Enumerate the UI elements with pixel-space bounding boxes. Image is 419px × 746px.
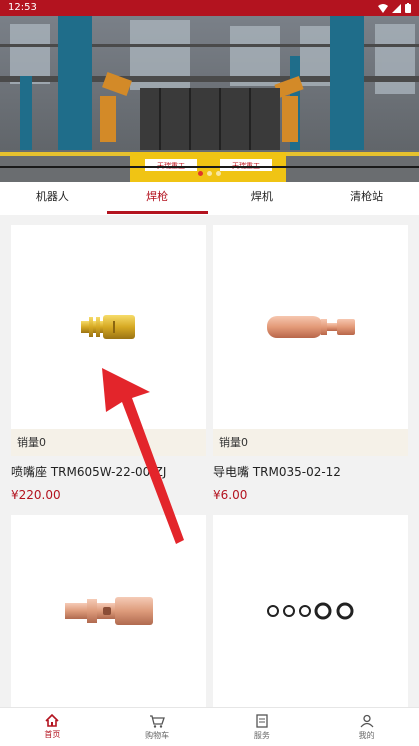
banner-sign-right: 天瑞重工	[232, 161, 260, 170]
status-bar: 12:53	[0, 0, 419, 16]
carousel-dot[interactable]	[207, 171, 212, 176]
product-image[interactable]	[213, 515, 408, 707]
service-icon	[256, 713, 268, 728]
nav-home-label: 首页	[44, 730, 61, 739]
product-card[interactable]: 销量0 导电嘴 TRM035-02-12 ¥6.00	[213, 225, 408, 507]
battery-icon	[405, 3, 411, 13]
sales-count: 销量0	[11, 429, 206, 456]
nav-home[interactable]: 首页	[0, 708, 105, 746]
tab-welder[interactable]: 焊机	[210, 182, 315, 215]
status-icons	[378, 0, 411, 16]
nav-profile-label: 我的	[358, 730, 375, 740]
signal-icon	[392, 3, 401, 13]
product-image[interactable]	[11, 225, 206, 429]
factory-image: 天瑞重工 天瑞重工	[0, 16, 419, 182]
banner-carousel[interactable]: 天瑞重工 天瑞重工	[0, 16, 419, 182]
o-rings-icon	[266, 602, 353, 620]
carousel-dot[interactable]	[216, 171, 221, 176]
nav-service-label: 服务	[253, 730, 270, 740]
product-card[interactable]	[11, 515, 206, 707]
product-price: ¥6.00	[213, 488, 248, 502]
nav-service[interactable]: 服务	[210, 708, 315, 746]
cart-icon	[150, 714, 166, 728]
product-card[interactable]	[213, 515, 408, 707]
tab-gun-cleaning-station[interactable]: 清枪站	[314, 182, 419, 215]
banner-sign-left: 天瑞重工	[157, 161, 185, 170]
app-screen: { "status_bar": { "time": "12:53" }, "ba…	[0, 0, 419, 746]
home-icon	[45, 714, 59, 727]
product-name[interactable]: 喷嘴座 TRM605W-22-00-ZJ	[11, 463, 206, 480]
user-icon	[360, 714, 374, 727]
carousel-dots	[0, 171, 419, 176]
copper-contact-tip-icon	[266, 316, 355, 338]
product-image[interactable]	[11, 515, 206, 707]
product-price: ¥220.00	[11, 488, 61, 502]
nav-profile[interactable]: 我的	[314, 708, 419, 746]
product-card[interactable]: 销量0 喷嘴座 TRM605W-22-00-ZJ ¥220.00	[11, 225, 206, 507]
bottom-navigation: 首页 购物车 服务 我的	[0, 707, 419, 746]
product-image[interactable]	[213, 225, 408, 429]
tab-welding-gun[interactable]: 焊枪	[105, 182, 210, 215]
sales-count: 销量0	[213, 429, 408, 456]
status-time: 12:53	[8, 2, 37, 13]
category-tabs: 机器人 焊枪 焊机 清枪站	[0, 182, 419, 215]
carousel-dot[interactable]	[198, 171, 203, 176]
nav-cart[interactable]: 购物车	[105, 708, 210, 746]
wifi-icon	[378, 3, 388, 13]
brass-nozzle-holder-icon	[80, 315, 135, 339]
copper-tip-holder-icon	[64, 597, 153, 625]
tab-robot[interactable]: 机器人	[0, 182, 105, 215]
product-name[interactable]: 导电嘴 TRM035-02-12	[213, 463, 408, 480]
nav-cart-label: 购物车	[145, 730, 170, 740]
